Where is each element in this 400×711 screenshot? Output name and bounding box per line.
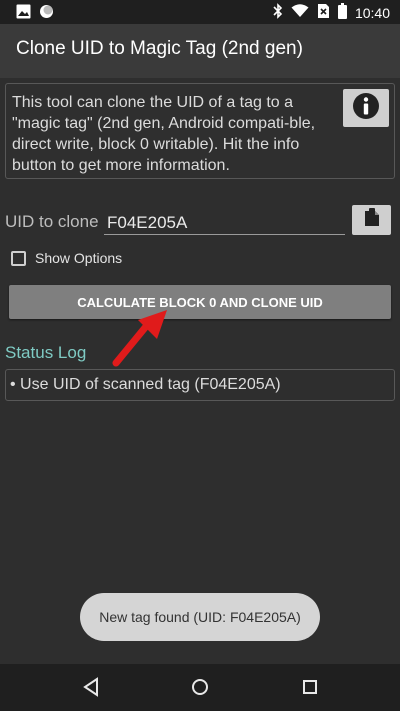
status-bar: 10:40 [0, 0, 400, 24]
back-icon[interactable] [82, 677, 100, 702]
info-box: This tool can clone the UID of a tag to … [5, 83, 395, 179]
status-log-box: • Use UID of scanned tag (F04E205A) [5, 369, 395, 401]
uid-label: UID to clone [5, 212, 99, 231]
paste-button[interactable] [352, 205, 391, 235]
page-title: Clone UID to Magic Tag (2nd gen) [16, 38, 303, 59]
info-button[interactable] [343, 89, 389, 127]
toast-notification: New tag found (UID: F04E205A) [80, 593, 320, 641]
status-log-title: Status Log [5, 343, 87, 362]
show-options-label: Show Options [35, 250, 123, 266]
log-entry: • Use UID of scanned tag (F04E205A) [10, 376, 281, 393]
no-sim-icon [317, 3, 330, 22]
image-icon [16, 4, 31, 24]
show-options-row[interactable]: Show Options [11, 250, 122, 266]
paste-icon [363, 207, 381, 233]
show-options-checkbox[interactable] [11, 250, 26, 266]
bluetooth-icon [273, 3, 283, 22]
clone-uid-button[interactable]: CALCULATE BLOCK 0 AND CLONE UID [9, 285, 391, 319]
home-icon[interactable] [191, 677, 209, 702]
navigation-bar [0, 664, 400, 711]
wifi-icon [291, 4, 309, 21]
battery-icon [337, 3, 347, 22]
circle-icon [39, 4, 54, 24]
status-time: 10:40 [354, 4, 390, 21]
app-bar: Clone UID to Magic Tag (2nd gen) [0, 24, 400, 78]
recents-icon[interactable] [302, 677, 318, 702]
red-arrow-annotation [112, 310, 167, 367]
uid-input[interactable] [104, 205, 345, 235]
info-icon [351, 91, 381, 126]
info-text: This tool can clone the UID of a tag to … [12, 94, 316, 174]
